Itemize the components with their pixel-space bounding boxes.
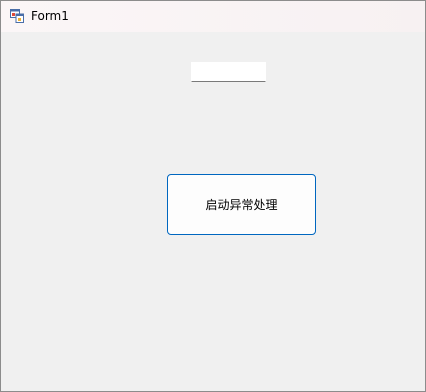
form1-window: Form1 启动异常处理 [0, 0, 426, 392]
start-exception-handling-button[interactable]: 启动异常处理 [167, 174, 316, 235]
winforms-app-icon [10, 9, 24, 23]
text-input[interactable] [191, 62, 266, 82]
window-title: Form1 [31, 9, 69, 23]
title-bar[interactable]: Form1 [1, 1, 425, 32]
form-client-area: 启动异常处理 [1, 32, 425, 391]
